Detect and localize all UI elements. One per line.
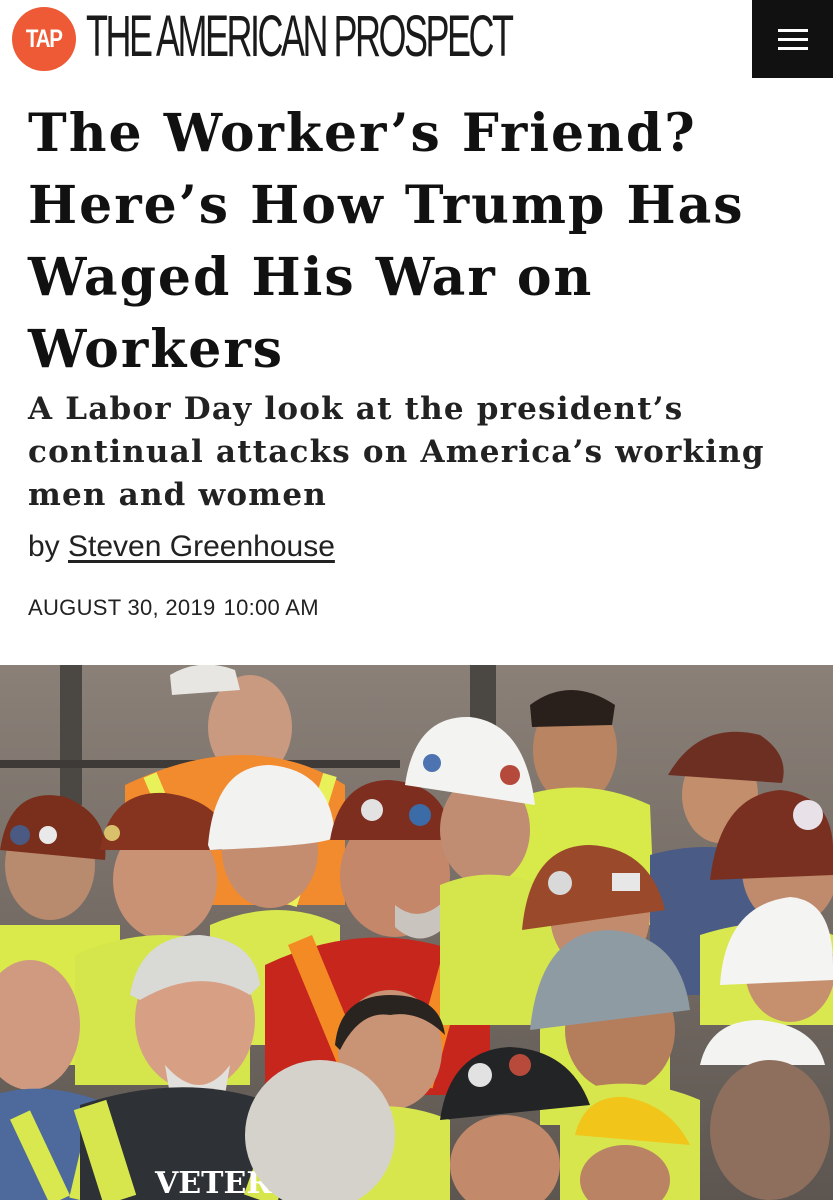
- publish-time: 10:00 AM: [223, 595, 319, 620]
- site-header: TAP THE AMERICAN PROSPECT: [0, 0, 833, 78]
- byline-prefix: by: [28, 530, 60, 563]
- byline: by Steven Greenhouse: [28, 529, 335, 565]
- author-link[interactable]: Steven Greenhouse: [68, 530, 335, 563]
- site-wordmark[interactable]: THE AMERICAN PROSPECT: [86, 4, 514, 70]
- menu-button[interactable]: [752, 0, 833, 78]
- hamburger-menu-icon-bar: [777, 37, 808, 41]
- site-logo[interactable]: TAP: [12, 7, 76, 71]
- hero-photo-illustration: VETERA: [0, 665, 833, 1200]
- publish-dateline: AUGUST 30, 2019 10:00 AM: [28, 594, 319, 622]
- article-subtitle: A Labor Day look at the president’s cont…: [28, 391, 765, 513]
- article-title: The Worker’s Friend? Here’s How Trump Ha…: [28, 103, 745, 380]
- hamburger-menu-icon: [777, 28, 808, 32]
- hamburger-menu-icon-bar: [777, 46, 808, 50]
- logo-text: TAP: [26, 24, 63, 53]
- article-hero-photo: VETERA: [0, 665, 833, 1200]
- publish-date: AUGUST 30, 2019: [28, 595, 216, 620]
